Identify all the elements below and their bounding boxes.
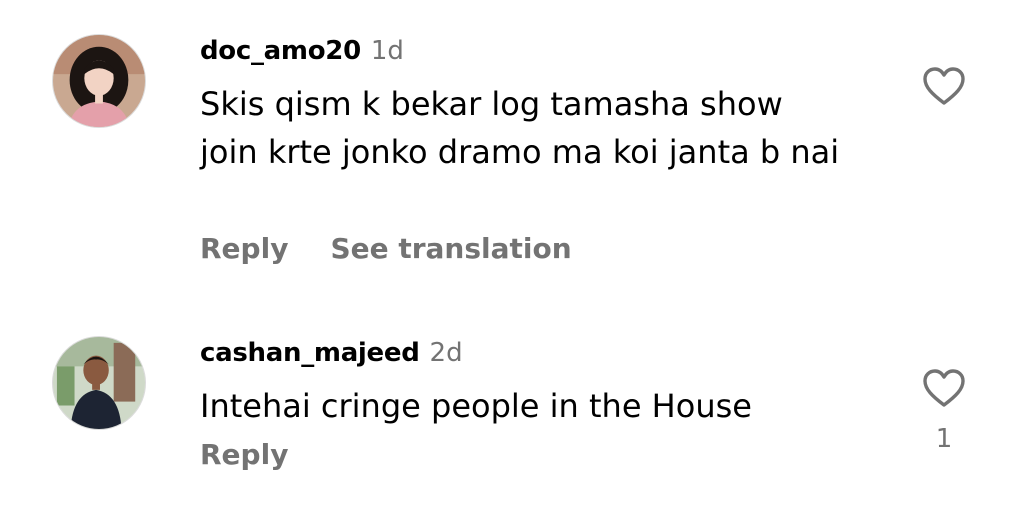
heart-outline-icon [923, 369, 965, 407]
heart-outline-icon [923, 67, 965, 105]
like-button[interactable] [922, 66, 966, 106]
comment-actions: Reply [200, 438, 288, 471]
timestamp: 2d [429, 338, 463, 368]
username[interactable]: doc_amo20 [200, 36, 361, 66]
comment-item: doc_amo20 1d Skis qism k bekar log tamash… [0, 0, 1024, 300]
comment-header: cashan_majeed 2d [200, 338, 463, 368]
timestamp: 1d [370, 36, 404, 66]
see-translation-button[interactable]: See translation [330, 232, 571, 265]
comment-actions: Reply See translation [200, 232, 572, 265]
like-count: 1 [935, 424, 953, 454]
comment-text: Intehai cringe people in the House [200, 387, 752, 425]
comment-item: cashan_majeed 2d Intehai cringe people in… [0, 300, 1024, 510]
like-button[interactable] [922, 368, 966, 408]
comment-text: Skis qism k bekar log tamasha show join … [200, 85, 840, 171]
reply-button[interactable]: Reply [200, 438, 288, 471]
avatar[interactable] [52, 336, 146, 430]
avatar-photo-icon [53, 35, 145, 127]
avatar-photo-icon [53, 337, 145, 429]
comment-header: doc_amo20 1d [200, 36, 404, 66]
avatar[interactable] [52, 34, 146, 128]
reply-button[interactable]: Reply [200, 232, 288, 265]
username[interactable]: cashan_majeed [200, 338, 420, 368]
